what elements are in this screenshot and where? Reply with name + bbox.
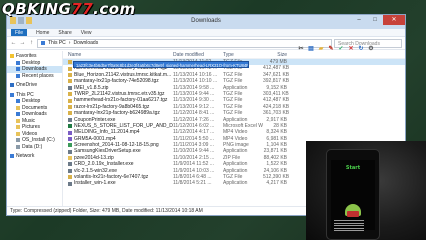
phone-screen: Start (331, 160, 375, 233)
file-icon (68, 181, 72, 186)
android-robot-icon (345, 204, 361, 217)
file-icon (68, 104, 72, 109)
documents-icon (16, 105, 20, 110)
chevron-right-icon: › (68, 40, 71, 46)
breadcrumb-segment[interactable]: This PC (48, 40, 66, 46)
file-icon (68, 92, 72, 97)
cut-icon[interactable]: ✂ (297, 45, 305, 53)
bootloader-start-label: Start (345, 165, 361, 171)
tab-home[interactable]: Home (36, 29, 49, 36)
close-button[interactable]: ✕ (383, 15, 405, 25)
sidebar-item-label: Network (16, 153, 35, 159)
address-bar[interactable]: This PC › Downloads (37, 38, 332, 48)
ribbon-tabs: File Home Share View (7, 29, 405, 37)
breadcrumb-segment[interactable]: Downloads (73, 40, 98, 46)
up-arrow-icon[interactable]: ↑ (28, 40, 35, 47)
computer-icon (10, 92, 14, 97)
cloud-icon (10, 83, 14, 88)
drive-icon (16, 138, 20, 143)
drive-icon (16, 144, 20, 149)
recent-icon (16, 73, 20, 78)
sidebar-item[interactable]: Data (D:) (7, 144, 62, 151)
file-icon (68, 149, 72, 154)
maximize-button[interactable]: □ (367, 15, 383, 25)
watermark-logo: QBKING77.com (2, 0, 136, 18)
file-icon (68, 124, 72, 129)
desktop-icon (16, 60, 20, 65)
file-icon (68, 130, 72, 135)
column-type[interactable]: Type (223, 51, 263, 58)
sidebar-item[interactable]: Network (7, 153, 62, 160)
file-icon (68, 168, 72, 173)
music-icon (16, 118, 20, 123)
tab-share[interactable]: Share (58, 29, 71, 36)
floating-toolbar: ✂ ▤ ▰ ✎ ✓ ✕ ↻ ⚙ (294, 44, 402, 54)
file-icon (68, 111, 72, 116)
file-icon (68, 60, 72, 65)
settings-icon[interactable]: ⚙ (367, 45, 375, 53)
file-icon (68, 79, 72, 84)
file-icon (68, 162, 72, 167)
videos-icon (16, 131, 20, 136)
forward-arrow-icon[interactable]: → (19, 40, 26, 47)
minimize-button[interactable]: – (351, 15, 367, 25)
file-name-cell: Installer_win-1.exe (63, 180, 173, 186)
file-icon (68, 156, 72, 161)
file-date: 11/8/2014 5:21 ... (173, 180, 212, 187)
star-icon (10, 54, 14, 59)
back-arrow-icon[interactable]: ← (10, 40, 17, 47)
properties-icon[interactable]: ✎ (327, 45, 335, 53)
file-icon (68, 136, 72, 141)
pictures-icon (16, 125, 20, 130)
column-date[interactable]: Date modified (173, 51, 223, 58)
phone-device: Start (326, 149, 380, 240)
navigation-pane: Favorites Desktop Downloads Recent places On… (7, 51, 63, 206)
tab-file[interactable]: File (11, 29, 28, 36)
window-title: Downloads (191, 18, 221, 24)
column-name[interactable]: Name (63, 51, 173, 58)
sidebar-item[interactable]: Recent places (7, 73, 62, 80)
sidebar-item-label: Recent places (22, 72, 54, 79)
window-controls: – □ ✕ (351, 15, 405, 25)
file-icon (68, 117, 72, 122)
computer-icon (41, 41, 45, 45)
file-icon (68, 66, 72, 71)
rename-field[interactable]: 1a23fc3e4b6d5e7f0a9c8b1d2e3f4a5b6c7d8e9f… (73, 61, 249, 68)
tab-view[interactable]: View (81, 29, 92, 36)
phone-video-overlay: Start (306, 141, 426, 240)
sidebar-item[interactable]: OneDrive (7, 82, 62, 89)
delete-icon[interactable]: ✕ (347, 45, 355, 53)
file-icon (68, 72, 72, 77)
file-icon (68, 175, 72, 180)
column-size[interactable]: Size (263, 51, 289, 58)
file-size: 4,217 KB (266, 180, 287, 187)
sidebar-item-label: OneDrive (16, 82, 38, 88)
check-icon[interactable]: ✓ (337, 45, 345, 53)
network-icon (10, 154, 14, 159)
file-icon (68, 143, 72, 148)
download-folder-icon (16, 112, 20, 117)
file-name: Installer_win-1.exe (74, 180, 116, 187)
new-folder-icon[interactable]: ▰ (317, 45, 325, 53)
download-folder-icon (16, 67, 20, 72)
bootloader-text (334, 220, 372, 233)
desktop-icon (16, 99, 20, 104)
sidebar-item-label: Data (D:) (22, 143, 43, 150)
file-icon (68, 98, 72, 103)
refresh-icon[interactable]: ↻ (357, 45, 365, 53)
file-icon (68, 85, 72, 90)
file-type: Application (223, 180, 248, 187)
paste-icon[interactable]: ▤ (307, 45, 315, 53)
